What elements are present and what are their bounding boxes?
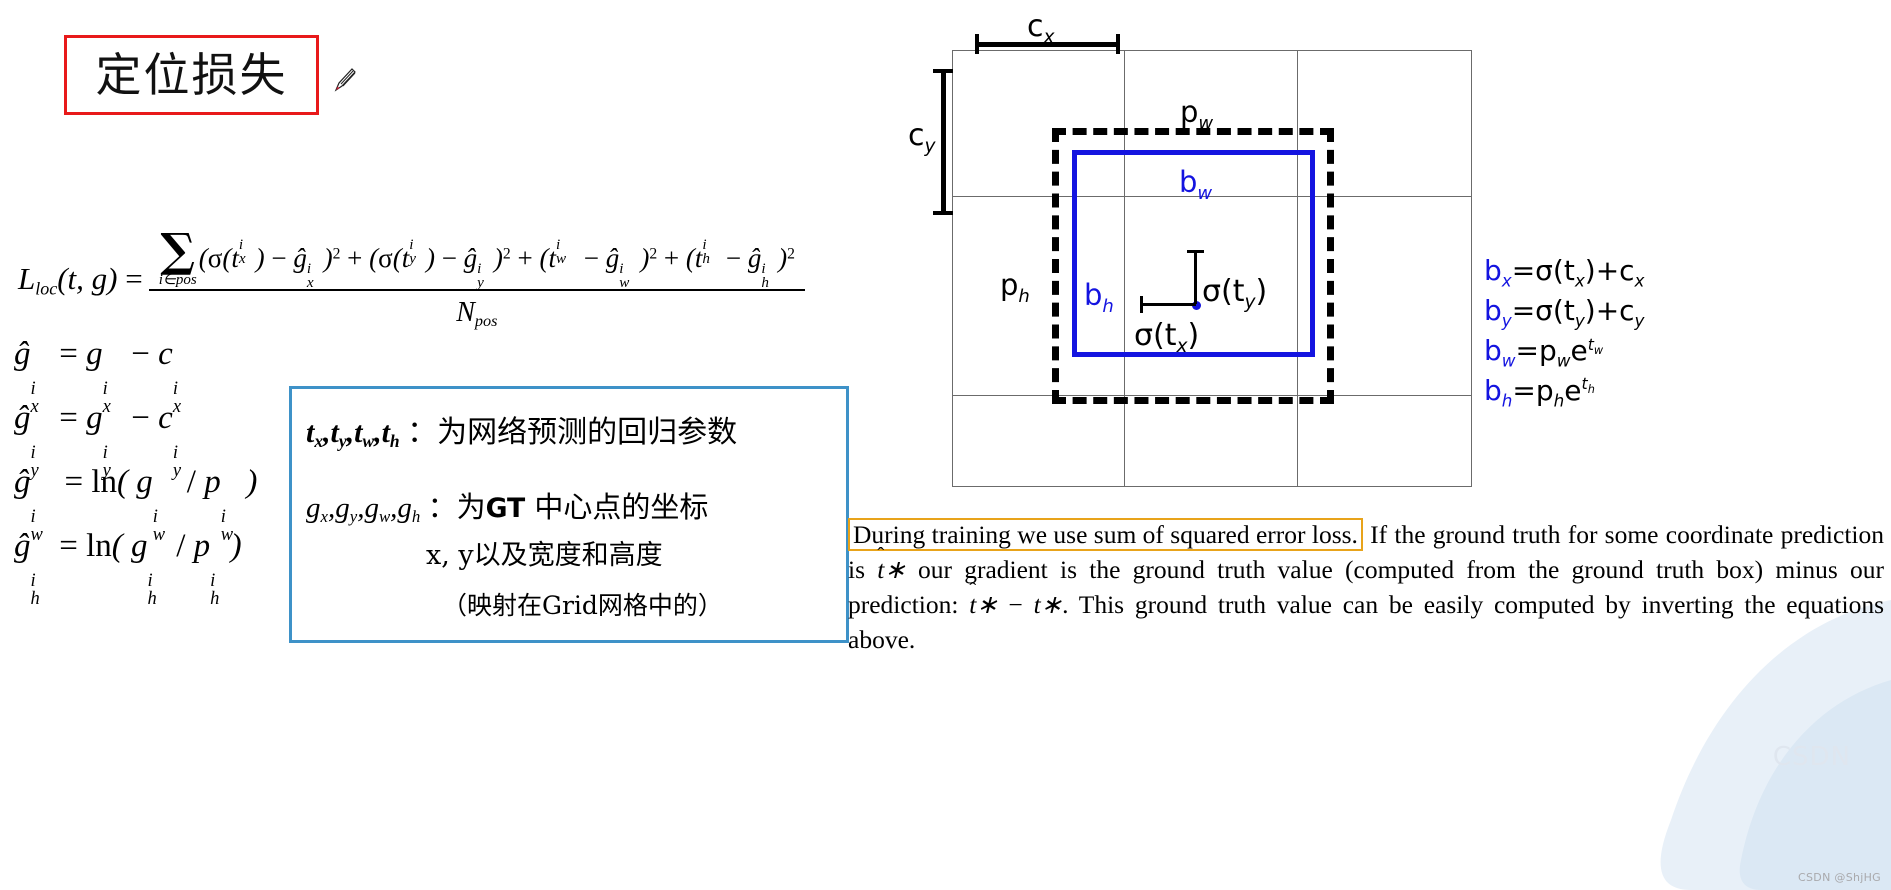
bbox-equations: bx=σ(tx)+cx by=σ(ty)+cy bw=pwetw bh=phet… xyxy=(1484,252,1644,412)
notes-line-t: tx,ty,tw,th ：为网络预测的回归参数 xyxy=(306,415,738,452)
summation-symbol: ∑ i∈pos xyxy=(158,223,197,288)
cy-cap-top xyxy=(933,69,953,73)
loss-numerator-terms: (σ(t x i) − ĝ x i)2 + (σ(t y i) − ĝ y i)2 + (t w i… xyxy=(198,236,795,291)
notes-gt-label: GT xyxy=(485,493,526,525)
loss-lhs: Lloc(t, g) = xyxy=(18,261,143,299)
ghat-equation-stack: ĝxi = gxi − cxi ĝyi = gyi − cyi ĝwi = ln… xyxy=(14,322,258,608)
sigma-ty-measure-bar xyxy=(1194,250,1197,304)
ground-truth-symbol: ˆt xyxy=(877,543,885,584)
slide-canvas: CSDN 定位损失 Lloc(t, g) = ∑ i∈pos (σ(t x i) −… xyxy=(0,0,1891,890)
csdn-credit: CSDN @ShjHG xyxy=(1798,871,1881,884)
notes-line-grid: （映射在Grid网格中的） xyxy=(442,591,723,621)
paper-diff-minus: − xyxy=(997,589,1034,619)
equation-bx: bx=σ(tx)+cx xyxy=(1484,254,1645,291)
sigma-tx-cap xyxy=(1140,296,1143,313)
loss-denominator: Npos xyxy=(456,296,498,330)
cx-cap-left xyxy=(975,34,979,54)
cx-label: cx xyxy=(1027,9,1055,48)
pen-icon xyxy=(334,68,356,92)
paper-excerpt: During training we use sum of squared er… xyxy=(848,518,1884,654)
bw-label: bw xyxy=(1179,165,1213,204)
loss-fraction: ∑ i∈pos (σ(t x i) − ĝ x i)2 + (σ(t y i) − ĝ y i)… xyxy=(148,223,805,331)
cx-cap-right xyxy=(1116,34,1120,54)
cy-cap-bottom xyxy=(933,211,953,215)
bh-label: bh xyxy=(1084,278,1114,317)
equation-bw: bw=pwetw xyxy=(1484,333,1604,371)
pw-label: pw xyxy=(1180,95,1214,134)
equation-bh: bh=pheth xyxy=(1484,373,1595,411)
equation-by: by=σ(ty)+cy xyxy=(1484,293,1645,331)
watermark-text: CSDN xyxy=(1772,742,1851,772)
notes-line-g: gx,gy,gw,gh ：为GT 中心点的坐标 xyxy=(306,490,709,527)
gradient-expr-b: t∗ xyxy=(1033,589,1063,619)
sigma-tx-measure-bar xyxy=(1142,303,1196,306)
notes-line-t-text: ：为网络预测的回归参数 xyxy=(407,415,738,450)
notes-box: tx,ty,tw,th ：为网络预测的回归参数 gx,gy,gw,gh ：为GT… xyxy=(289,386,849,643)
cy-measure-bar xyxy=(941,69,946,214)
notes-line-xy: x, y以及宽度和高度 xyxy=(426,540,663,572)
sigma-tx-label: σ(tx) xyxy=(1134,318,1200,357)
cy-label: cy xyxy=(908,118,936,157)
ghat-equation-y: ĝyi = gyi − cyi xyxy=(14,400,182,480)
page-title: 定位损失 xyxy=(95,48,288,102)
notes-line-g-text-b: 中心点的坐标 xyxy=(525,490,709,525)
highlighted-sentence: During training we use sum of squared er… xyxy=(848,518,1363,552)
sigma-ty-label: σ(ty) xyxy=(1202,274,1268,313)
ph-label: ph xyxy=(1000,268,1030,307)
ghat-equation-x: ĝxi = gxi − cxi xyxy=(14,336,182,416)
page-title-box: 定位损失 xyxy=(64,35,319,115)
localization-loss-formula: Lloc(t, g) = ∑ i∈pos (σ(t x i) − ĝ x i)2 + (… xyxy=(18,223,805,331)
notes-line-g-text-a: ：为 xyxy=(427,490,486,525)
ghat-equation-w: ĝwi = ln( gwi / p w i) xyxy=(14,464,258,544)
sigma-ty-cap xyxy=(1187,250,1204,253)
bbox-prediction-diagram: σ(ty) σ(tx) pw bw ph bh xyxy=(952,50,1472,487)
loss-numerator: ∑ i∈pos (σ(t x i) − ĝ x i)2 + (σ(t y i) − ĝ y i)… xyxy=(149,223,805,291)
gradient-expr-a: ˆt xyxy=(969,578,977,619)
